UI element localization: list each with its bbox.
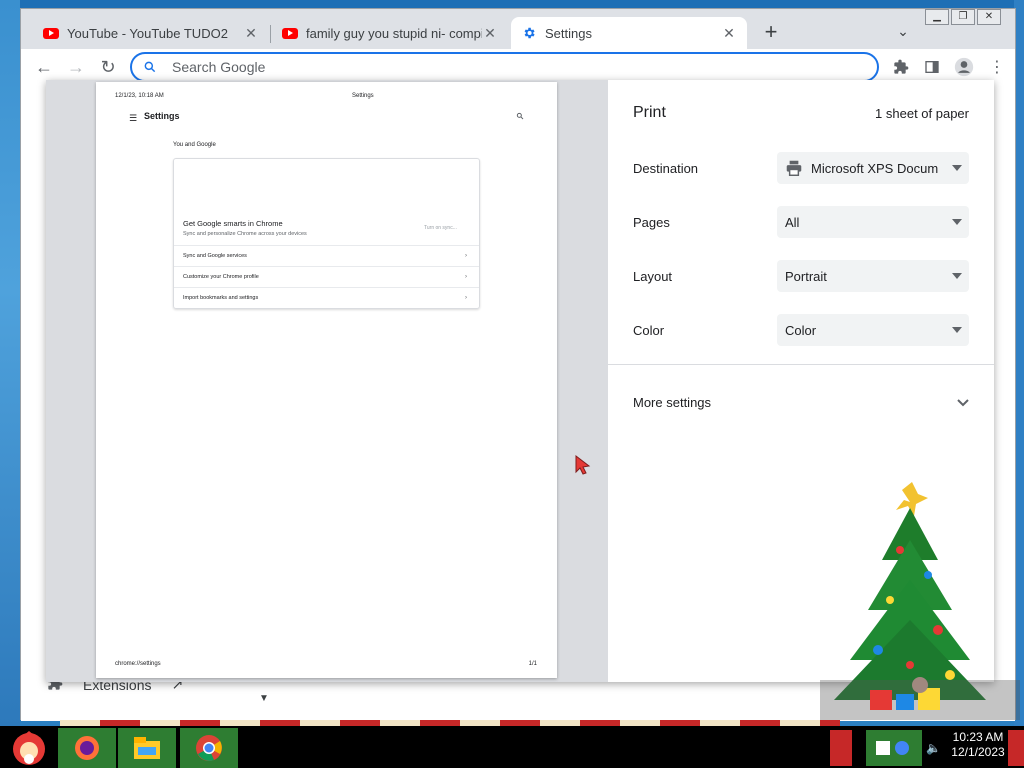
color-value: Color xyxy=(785,322,817,338)
preview-footer-page: 1/1 xyxy=(528,661,537,667)
window-controls: ▁ ❐ ✕ xyxy=(925,9,1001,25)
new-tab-icon[interactable]: + xyxy=(759,21,783,45)
kebab-menu-icon[interactable]: ⋮ xyxy=(985,55,1009,79)
color-row: Color Color xyxy=(633,314,969,346)
destination-value: Microsoft XPS Docum xyxy=(811,160,939,176)
layout-row: Layout Portrait xyxy=(633,260,969,292)
destination-select[interactable]: Microsoft XPS Docum xyxy=(777,152,969,184)
firefox-taskbar-button[interactable] xyxy=(58,728,116,768)
back-arrow-icon[interactable]: ← xyxy=(32,55,56,79)
card-title: Get Google smarts in Chrome xyxy=(183,219,283,228)
preview-footer-url: chrome://settings xyxy=(115,661,161,667)
tab-label: family guy you stupid ni- compila xyxy=(306,25,482,41)
address-bar[interactable] xyxy=(130,52,879,82)
clock-time: 10:23 AM xyxy=(952,730,1004,744)
desktop-background xyxy=(0,0,1024,8)
turn-on-sync-text: Turn on sync... xyxy=(424,225,457,231)
tab-label: YouTube - YouTube TUDO2 xyxy=(67,25,228,41)
chevron-right-icon: › xyxy=(465,274,467,280)
close-icon[interactable]: ✕ xyxy=(721,25,737,42)
preview-section-heading: You and Google xyxy=(173,142,216,148)
dropdown-arrow-icon xyxy=(945,327,969,333)
divider xyxy=(608,364,994,365)
file-explorer-taskbar-button[interactable] xyxy=(118,728,176,768)
tab-youtube-tudo2[interactable]: YouTube - YouTube TUDO2 ✕ xyxy=(33,17,269,49)
close-window-button[interactable]: ✕ xyxy=(977,9,1001,25)
volume-icon[interactable]: 🔈 xyxy=(926,741,941,755)
preview-row: Sync and Google services › xyxy=(174,245,479,266)
tab-search-chevron-icon[interactable]: ⌄ xyxy=(893,23,913,43)
row-label: Customize your Chrome profile xyxy=(183,274,259,280)
side-panel-icon[interactable] xyxy=(920,55,944,79)
row-label: Sync and Google services xyxy=(183,253,247,259)
youtube-icon xyxy=(282,25,298,41)
system-tray: 🔈 xyxy=(866,728,941,768)
close-icon[interactable]: ✕ xyxy=(482,25,498,42)
preview-row: Customize your Chrome profile › xyxy=(174,266,479,287)
tray-icons[interactable] xyxy=(866,730,922,766)
printer-icon xyxy=(785,160,803,176)
preview-page-title: Settings xyxy=(144,111,180,121)
close-icon[interactable]: ✕ xyxy=(243,25,259,42)
card-subtitle: Sync and personalize Chrome across your … xyxy=(183,231,307,237)
extensions-puzzle-icon[interactable] xyxy=(889,55,913,79)
preview-row: Import bookmarks and settings › xyxy=(174,287,479,308)
tab-settings[interactable]: Settings ✕ xyxy=(511,17,747,49)
preview-header-date: 12/1/23, 10:18 AM xyxy=(115,93,164,99)
desktop-background xyxy=(830,730,852,766)
print-title: Print xyxy=(633,104,666,121)
settings-gear-icon xyxy=(521,25,537,41)
youtube-icon xyxy=(43,25,59,41)
tab-label: Settings xyxy=(545,25,592,41)
chevron-down-icon xyxy=(957,395,969,410)
sheet-count: 1 sheet of paper xyxy=(875,106,969,121)
search-icon xyxy=(140,60,160,74)
color-label: Color xyxy=(633,322,665,338)
tab-separator xyxy=(270,25,271,43)
layout-select[interactable]: Portrait xyxy=(777,260,969,292)
search-input[interactable] xyxy=(172,59,772,75)
chevron-right-icon: › xyxy=(465,253,467,259)
destination-label: Destination xyxy=(633,160,699,176)
color-select[interactable]: Color xyxy=(777,314,969,346)
pages-value: All xyxy=(785,214,800,230)
minimize-button[interactable]: ▁ xyxy=(925,9,949,25)
pages-select[interactable]: All xyxy=(777,206,969,238)
search-icon xyxy=(516,112,524,122)
layout-label: Layout xyxy=(633,268,673,284)
pages-label: Pages xyxy=(633,214,670,230)
dropdown-arrow-icon xyxy=(945,219,969,225)
christmas-tree-decoration xyxy=(820,480,1020,725)
dropdown-arrow-icon xyxy=(945,165,969,171)
chrome-taskbar-button[interactable] xyxy=(180,728,238,768)
layout-value: Portrait xyxy=(785,268,827,284)
dropdown-arrow-icon xyxy=(945,273,969,279)
print-preview-area: 12/1/23, 10:18 AM Settings ☰ Settings Yo… xyxy=(46,80,608,682)
clock-date: 12/1/2023 xyxy=(951,745,1005,759)
chevron-right-icon: › xyxy=(465,295,467,301)
taskbar-clock[interactable]: 10:23 AM 12/1/2023 xyxy=(940,730,1016,760)
pages-row: Pages All xyxy=(633,206,969,238)
forward-arrow-icon[interactable]: → xyxy=(64,55,88,79)
more-settings-toggle[interactable]: More settings xyxy=(633,386,969,418)
start-button[interactable] xyxy=(0,728,58,768)
hamburger-menu-icon: ☰ xyxy=(129,113,138,123)
tab-family-guy[interactable]: family guy you stupid ni- compila ✕ xyxy=(272,17,508,49)
show-desktop-button[interactable] xyxy=(1008,730,1024,766)
mouse-cursor-icon xyxy=(575,454,591,480)
preview-page: 12/1/23, 10:18 AM Settings ☰ Settings Yo… xyxy=(96,82,557,678)
profile-avatar-icon[interactable] xyxy=(952,55,976,79)
tab-strip: YouTube - YouTube TUDO2 ✕ family guy you… xyxy=(21,9,1015,49)
scroll-down-icon[interactable]: ▼ xyxy=(259,693,269,704)
preview-header-title: Settings xyxy=(352,93,374,99)
reload-icon[interactable]: ↻ xyxy=(96,55,120,79)
row-label: Import bookmarks and settings xyxy=(183,295,259,301)
desktop-background-left xyxy=(0,0,20,726)
destination-row: Destination Microsoft XPS Docum xyxy=(633,152,969,184)
maximize-button[interactable]: ❐ xyxy=(951,9,975,25)
more-settings-label: More settings xyxy=(633,394,712,410)
preview-card: Get Google smarts in Chrome Sync and per… xyxy=(173,158,480,309)
